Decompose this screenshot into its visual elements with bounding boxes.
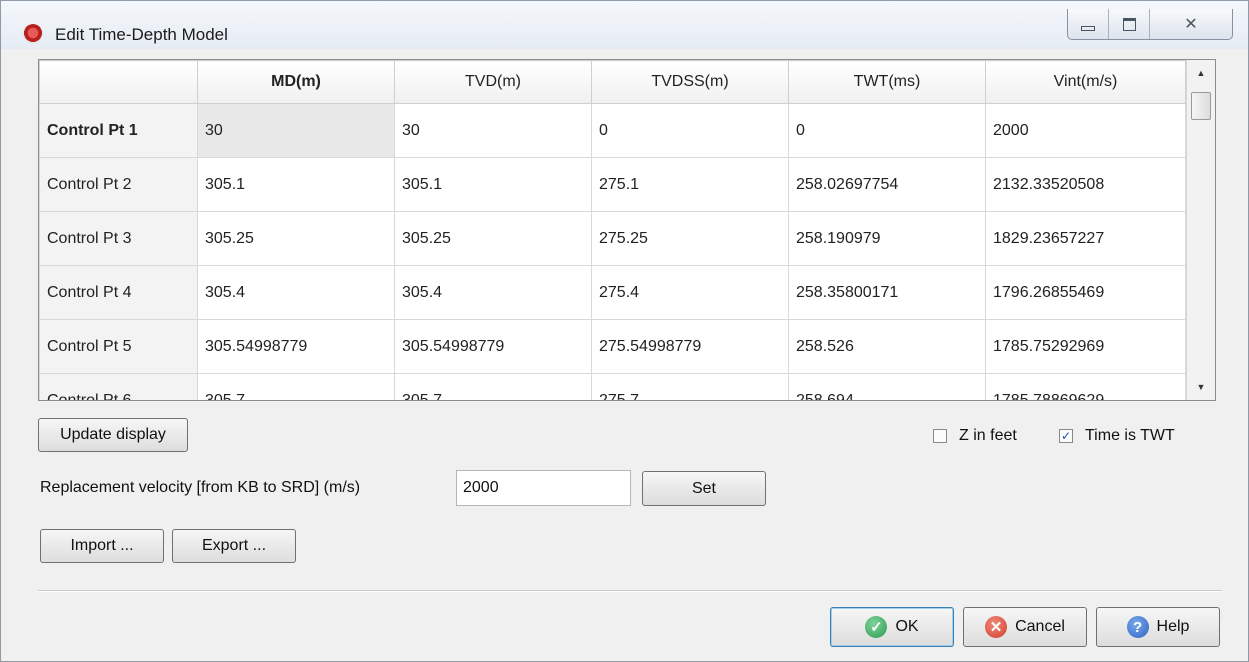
table-row[interactable]: Control Pt 4 305.4 305.4 275.4 258.35800171 1… <box>39 265 1186 320</box>
row-header: Control Pt 5 <box>39 319 198 374</box>
replacement-velocity-label: Replacement velocity [from KB to SRD] (m… <box>40 479 361 496</box>
column-header-tvdss[interactable]: TVDSS(m) <box>591 60 789 104</box>
footer-separator <box>38 590 1222 592</box>
row-header: Control Pt 6 <box>39 373 198 400</box>
table-cell[interactable]: 1829.23657227 <box>985 211 1186 266</box>
ok-button[interactable]: ✓ OK <box>830 607 954 647</box>
table-cell[interactable]: 305.4 <box>197 265 395 320</box>
maximize-icon <box>1122 17 1136 31</box>
table-cell[interactable]: 275.25 <box>591 211 789 266</box>
table-cell[interactable]: 305.4 <box>394 265 592 320</box>
table-cell[interactable]: 30 <box>394 103 592 158</box>
table-cell[interactable]: 275.54998779 <box>591 319 789 374</box>
help-label: Help <box>1156 618 1190 635</box>
control-points-table-frame: MD(m) TVD(m) TVDSS(m) TWT(ms) Vint(m/s) … <box>38 59 1216 401</box>
table-cell[interactable]: 2000 <box>985 103 1186 158</box>
row-header: Control Pt 2 <box>39 157 198 212</box>
time-is-twt-option[interactable]: ✓ Time is TWT <box>1059 424 1175 448</box>
table-cell[interactable]: 305.25 <box>394 211 592 266</box>
column-header-tvd[interactable]: TVD(m) <box>394 60 592 104</box>
table-cell[interactable]: 258.190979 <box>788 211 986 266</box>
table-row[interactable]: Control Pt 2 305.1 305.1 275.1 258.02697754 2… <box>39 157 1186 212</box>
table-cell[interactable]: 305.54998779 <box>394 319 592 374</box>
window-title: Edit Time-Depth Model <box>55 25 228 44</box>
z-in-feet-label: Z in feet <box>959 427 1017 444</box>
table-cell[interactable]: 2132.33520508 <box>985 157 1186 212</box>
table-cell[interactable]: 258.526 <box>788 319 986 374</box>
cancel-x-icon: ✕ <box>985 616 1008 638</box>
close-button[interactable]: ✕ <box>1150 9 1232 39</box>
import-button[interactable]: Import ... <box>40 529 164 563</box>
export-button[interactable]: Export ... <box>172 529 296 563</box>
table-cell[interactable]: 275.1 <box>591 157 789 212</box>
row-header: Control Pt 4 <box>39 265 198 320</box>
table-header-row: MD(m) TVD(m) TVDSS(m) TWT(ms) Vint(m/s) <box>39 60 1186 104</box>
table-cell[interactable]: 305.25 <box>197 211 395 266</box>
control-points-table: MD(m) TVD(m) TVDSS(m) TWT(ms) Vint(m/s) … <box>39 60 1186 400</box>
maximize-button[interactable] <box>1109 9 1150 39</box>
column-header-corner <box>39 60 198 104</box>
table-cell[interactable]: 1785.75292969 <box>985 319 1186 374</box>
ok-check-icon: ✓ <box>865 616 888 638</box>
table-cell[interactable]: 275.7 <box>591 373 789 400</box>
table-cell[interactable]: 305.54998779 <box>197 319 395 374</box>
column-header-md[interactable]: MD(m) <box>197 60 395 104</box>
table-cell[interactable]: 305.7 <box>394 373 592 400</box>
minimize-button[interactable] <box>1068 9 1109 39</box>
ok-label: OK <box>895 618 919 635</box>
z-in-feet-checkbox[interactable] <box>933 429 947 443</box>
table-cell[interactable]: 305.1 <box>197 157 395 212</box>
table-cell[interactable]: 275.4 <box>591 265 789 320</box>
cancel-label: Cancel <box>1015 618 1065 635</box>
table-vertical-scrollbar[interactable]: ▲ ▼ <box>1186 60 1215 400</box>
app-icon <box>23 24 43 44</box>
column-header-vint[interactable]: Vint(m/s) <box>985 60 1186 104</box>
minimize-icon <box>1081 25 1095 31</box>
table-row[interactable]: Control Pt 6 305.7 305.7 275.7 258.694 1785.7… <box>39 373 1186 400</box>
row-header: Control Pt 1 <box>39 103 198 158</box>
table-row[interactable]: Control Pt 3 305.25 305.25 275.25 258.190979… <box>39 211 1186 266</box>
table-row[interactable]: Control Pt 1 30 30 0 0 2000 <box>39 103 1186 158</box>
edit-time-depth-model-dialog: Edit Time-Depth Model ✕ MD(m) TVD(m) TVD… <box>0 0 1249 662</box>
table-cell[interactable]: 0 <box>788 103 986 158</box>
table-cell[interactable]: 1785.78869629 <box>985 373 1186 400</box>
column-header-twt[interactable]: TWT(ms) <box>788 60 986 104</box>
table-cell[interactable]: 258.35800171 <box>788 265 986 320</box>
scroll-up-arrow-icon[interactable]: ▲ <box>1187 62 1215 84</box>
table-cell[interactable]: 258.694 <box>788 373 986 400</box>
title-bar: Edit Time-Depth Model ✕ <box>1 1 1248 49</box>
update-display-button[interactable]: Update display <box>38 418 188 452</box>
time-is-twt-label: Time is TWT <box>1085 427 1175 444</box>
scrollbar-thumb[interactable] <box>1191 92 1211 120</box>
time-is-twt-checkbox[interactable]: ✓ <box>1059 429 1073 443</box>
replacement-velocity-input[interactable] <box>456 470 631 506</box>
table-cell[interactable]: 305.7 <box>197 373 395 400</box>
scroll-down-arrow-icon[interactable]: ▼ <box>1187 376 1215 398</box>
help-question-icon: ? <box>1126 616 1149 638</box>
z-in-feet-option[interactable]: Z in feet <box>933 424 1017 448</box>
row-header: Control Pt 3 <box>39 211 198 266</box>
table-cell[interactable]: 305.1 <box>394 157 592 212</box>
help-button[interactable]: ? Help <box>1096 607 1220 647</box>
table-cell[interactable]: 258.02697754 <box>788 157 986 212</box>
table-cell[interactable]: 1796.26855469 <box>985 265 1186 320</box>
close-icon: ✕ <box>1184 16 1198 33</box>
table-cell[interactable]: 0 <box>591 103 789 158</box>
set-button[interactable]: Set <box>642 471 766 506</box>
table-cell[interactable]: 30 <box>197 103 395 158</box>
table-row[interactable]: Control Pt 5 305.54998779 305.54998779 275.… <box>39 319 1186 374</box>
cancel-button[interactable]: ✕ Cancel <box>963 607 1087 647</box>
window-controls: ✕ <box>1067 9 1233 40</box>
